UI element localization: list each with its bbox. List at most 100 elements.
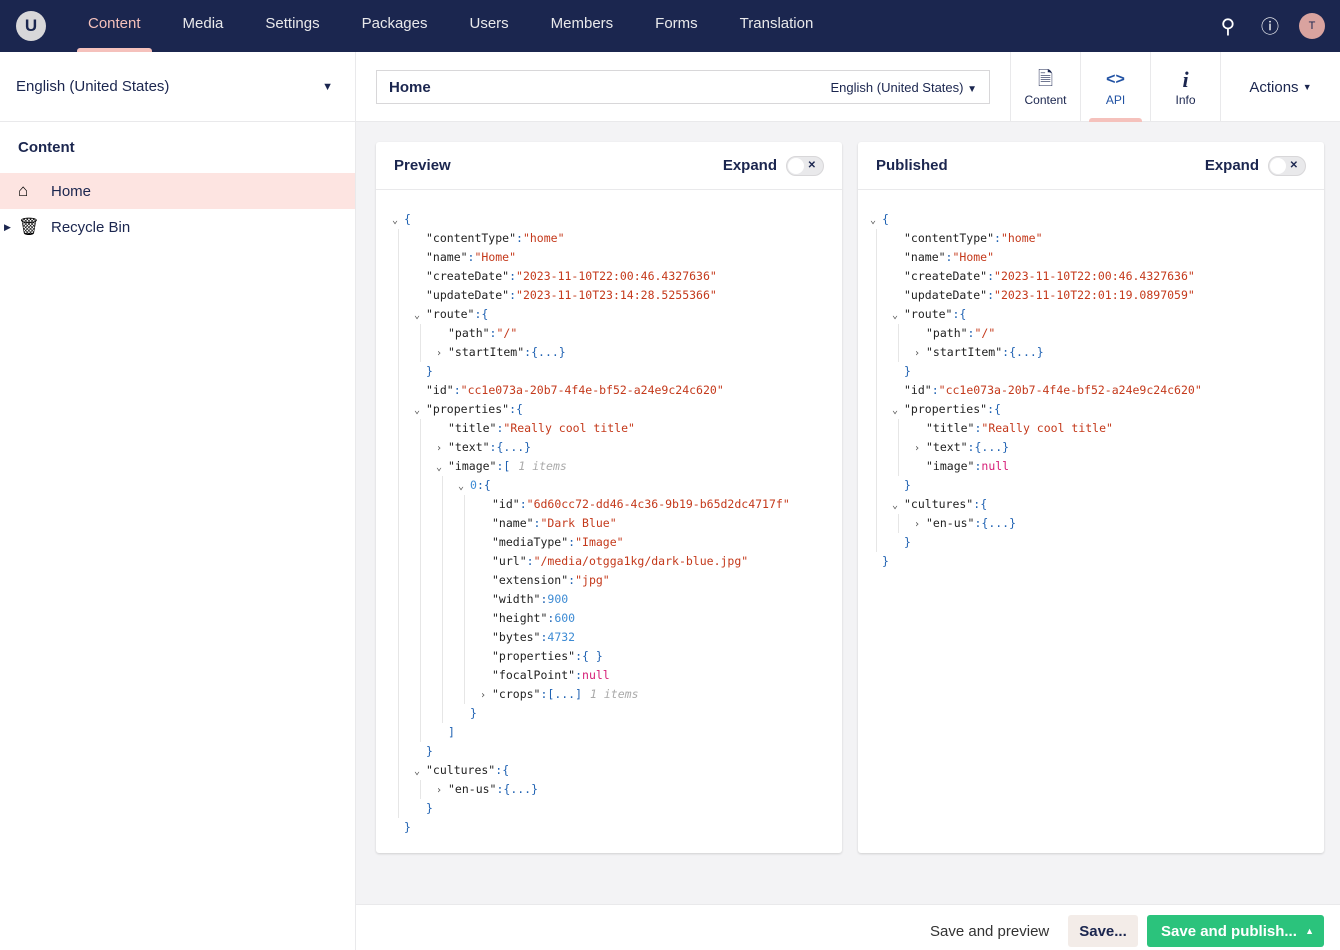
tree-guide — [420, 723, 421, 742]
content-name-input[interactable]: Home English (United States) ▼ — [376, 70, 990, 104]
json-value: {...} — [531, 345, 566, 359]
json-value: 4732 — [547, 630, 576, 644]
chevron-right-icon[interactable]: › — [914, 439, 926, 458]
tree-guide — [876, 476, 877, 495]
tree-guide — [876, 457, 877, 476]
top-navigation: U Content Media Settings Packages Users Membe… — [0, 0, 1340, 52]
expand-arrow-icon[interactable]: ▶ — [4, 222, 11, 233]
tree-guide — [420, 628, 421, 647]
nav-item-forms[interactable]: Forms — [634, 0, 719, 52]
tree-guide — [876, 514, 877, 533]
expand-label: Expand — [1204, 157, 1259, 174]
tree-guide — [464, 590, 465, 609]
chevron-down-icon[interactable]: ⌄ — [392, 211, 404, 230]
chevron-down-icon[interactable]: ⌄ — [892, 496, 904, 515]
tree-guide — [420, 609, 421, 628]
nav-item-content[interactable]: Content — [67, 0, 162, 52]
json-key: "height" — [492, 611, 548, 625]
json-value: {...} — [1009, 345, 1044, 359]
language-selector[interactable]: English (United States) ▼ — [0, 52, 355, 122]
tree-guide — [876, 229, 877, 248]
tree-guide — [398, 571, 399, 590]
tree-item-home[interactable]: ⌂ Home — [0, 173, 355, 209]
json-line: ⌄ 0:{ — [376, 476, 842, 495]
chevron-right-icon[interactable]: › — [914, 344, 926, 363]
nav-item-translation[interactable]: Translation — [719, 0, 835, 52]
tree-guide — [442, 609, 443, 628]
json-line: "url":"/media/otgga1kg/dark-blue.jpg" — [376, 552, 842, 571]
panel-title: Preview — [394, 157, 451, 174]
json-value: "2023-11-10T23:14:28.5255366" — [516, 288, 717, 302]
json-key[interactable]: "en-us" — [448, 782, 496, 796]
json-key[interactable]: "properties" — [426, 402, 509, 416]
json-key[interactable]: "startItem" — [448, 345, 524, 359]
chevron-down-icon[interactable]: ⌄ — [414, 762, 426, 781]
tree-guide — [398, 438, 399, 457]
avatar[interactable]: T — [1299, 13, 1325, 39]
json-key[interactable]: "crops" — [492, 687, 540, 701]
json-key[interactable]: "text" — [448, 440, 490, 454]
chevron-down-icon[interactable]: ⌄ — [870, 211, 882, 230]
actions-menu[interactable]: Actions ▼ — [1220, 52, 1340, 122]
json-key[interactable]: "route" — [904, 307, 952, 321]
json-key[interactable]: "en-us" — [926, 516, 974, 530]
json-key[interactable]: "text" — [926, 440, 968, 454]
tree-guide — [442, 571, 443, 590]
json-key[interactable]: "image" — [448, 459, 496, 473]
json-line: › "en-us":{...} — [858, 514, 1324, 533]
app-api[interactable]: <> API — [1080, 52, 1150, 122]
chevron-down-icon[interactable]: ⌄ — [414, 306, 426, 325]
json-line: "mediaType":"Image" — [376, 533, 842, 552]
expand-toggle[interactable]: ✕ — [1268, 155, 1306, 176]
chevron-down-icon[interactable]: ⌄ — [414, 401, 426, 420]
chevron-right-icon[interactable]: › — [436, 439, 448, 458]
save-button[interactable]: Save... — [1068, 915, 1138, 947]
tree-guide — [398, 533, 399, 552]
tree-guide — [398, 780, 399, 799]
json-line: } — [858, 362, 1324, 381]
nav-item-packages[interactable]: Packages — [341, 0, 449, 52]
chevron-down-icon[interactable]: ⌄ — [436, 458, 448, 477]
json-key[interactable]: "properties" — [904, 402, 987, 416]
expand-toggle[interactable]: ✕ — [786, 155, 824, 176]
save-and-preview-button[interactable]: Save and preview — [930, 915, 1049, 947]
json-key[interactable]: "cultures" — [904, 497, 973, 511]
caret-up-icon[interactable]: ▲ — [1305, 926, 1314, 936]
tree-guide — [420, 704, 421, 723]
nav-item-settings[interactable]: Settings — [244, 0, 340, 52]
json-key[interactable]: "cultures" — [426, 763, 495, 777]
json-value: "jpg" — [575, 573, 610, 587]
nav-item-members[interactable]: Members — [530, 0, 635, 52]
json-key: "updateDate" — [426, 288, 510, 302]
app-info[interactable]: i Info — [1150, 52, 1220, 122]
chevron-down-icon[interactable]: ⌄ — [892, 401, 904, 420]
json-line: ⌄ "route":{ — [376, 305, 842, 324]
culture-selector[interactable]: English (United States) ▼ — [831, 80, 977, 95]
json-value: { — [980, 497, 988, 511]
colon: : — [509, 402, 517, 416]
chevron-down-icon[interactable]: ⌄ — [892, 306, 904, 325]
umbraco-logo[interactable]: U — [16, 11, 46, 41]
chevron-right-icon[interactable]: › — [914, 515, 926, 534]
help-icon[interactable]: ⓘ — [1249, 13, 1291, 39]
chevron-right-icon[interactable]: › — [436, 781, 448, 800]
json-key[interactable]: "route" — [426, 307, 474, 321]
json-value: } — [404, 820, 411, 834]
nav-item-media[interactable]: Media — [162, 0, 245, 52]
json-key[interactable]: 0 — [470, 478, 477, 492]
json-key[interactable]: "startItem" — [926, 345, 1002, 359]
nav-item-users[interactable]: Users — [448, 0, 529, 52]
tree-item-label: Home — [51, 182, 92, 200]
json-value: [...] — [547, 687, 583, 701]
chevron-right-icon[interactable]: › — [436, 344, 448, 363]
save-and-publish-button[interactable]: Save and publish... ▲ — [1147, 915, 1324, 947]
search-icon[interactable]: ⚲ — [1207, 14, 1249, 39]
app-content[interactable]: 🗎 Content — [1010, 52, 1080, 122]
json-line: › "en-us":{...} — [376, 780, 842, 799]
colon: : — [526, 554, 534, 568]
tree-item-recycle-bin[interactable]: ▶ 🗑 Recycle Bin — [0, 209, 355, 245]
chevron-down-icon[interactable]: ⌄ — [458, 477, 470, 496]
json-value: "home" — [1000, 231, 1043, 245]
json-value: "Really cool title" — [981, 421, 1113, 435]
chevron-right-icon[interactable]: › — [480, 686, 492, 705]
